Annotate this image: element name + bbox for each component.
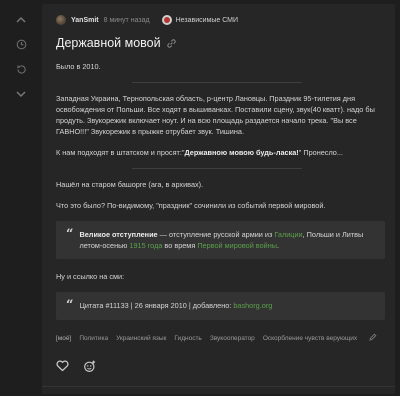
stats-bar: 0 13 (56, 387, 385, 394)
bold-phrase: Державною мовою будь-ласка! (184, 148, 299, 157)
history-icon[interactable] (11, 60, 31, 78)
quote-text: Цитата #11133 | 26 января 2010 | добавле… (79, 301, 273, 310)
post-body: Было в 2010. Западная Украина, Тернополь… (56, 61, 385, 320)
quote-icon: “ (66, 298, 74, 313)
paragraph: Нашёл на старом башорге (ага, в архивах)… (56, 180, 204, 189)
paragraph: Что это было? По-видимому, "праздник" со… (56, 201, 326, 210)
tag-mine[interactable]: [моё] (56, 335, 71, 342)
tag[interactable]: Украинский язык (116, 335, 166, 342)
clock-icon[interactable] (11, 35, 31, 53)
blockquote-wiki: “ Великое отступление — отступление русс… (56, 221, 385, 259)
tag-list: [моё] Политика Украинский язык Гидность … (56, 332, 385, 344)
paragraph: К нам подходят в штатском и просят:"Держ… (56, 148, 343, 157)
link-1915[interactable]: 1915 года (129, 241, 162, 250)
reaction-bar (56, 358, 385, 374)
quote-bold: Великое отступление (79, 230, 158, 239)
divider (132, 82, 302, 83)
left-rail (0, 0, 42, 396)
quote-text: Великое отступление — отступление русско… (79, 230, 364, 250)
author-name[interactable]: YanSmit (71, 17, 99, 24)
post-time: 8 минут назад (103, 16, 150, 24)
link-ww1[interactable]: Первой мировой войны (197, 241, 277, 250)
divider (132, 168, 302, 169)
paragraph: Западная Украина, Тернопольская область,… (56, 94, 375, 136)
blockquote-bash: “ Цитата #11133 | 26 января 2010 | добав… (56, 292, 385, 320)
tag[interactable]: Звукооператор (210, 335, 255, 342)
post-title[interactable]: Державной мовой (56, 36, 161, 50)
app-frame: YanSmit 8 минут назад Независимые СМИ Де… (0, 0, 400, 396)
upvote-chevron-up-icon[interactable] (11, 10, 31, 28)
post-meta: YanSmit 8 минут назад Независимые СМИ (56, 13, 385, 27)
link-galicia[interactable]: Галиции (274, 230, 302, 239)
downvote-chevron-down-icon[interactable] (11, 85, 31, 103)
quote-icon: “ (66, 227, 74, 242)
tag[interactable]: Гидность (174, 335, 201, 342)
add-reaction-icon[interactable] (83, 360, 96, 373)
link-bashorg[interactable]: bashorg.org (233, 301, 272, 310)
pencil-icon[interactable] (369, 333, 377, 343)
heart-icon[interactable] (56, 360, 69, 372)
community-avatar[interactable] (161, 15, 172, 25)
author-avatar[interactable] (56, 15, 66, 25)
paragraph: Было в 2010. (56, 62, 101, 71)
paragraph: Ну и ссылко на сми: (56, 272, 125, 281)
tag[interactable]: Оскорбление чувств верующих (263, 335, 357, 342)
post-card: YanSmit 8 минут назад Независимые СМИ Де… (42, 4, 395, 394)
link-icon[interactable] (166, 38, 176, 48)
community-name[interactable]: Независимые СМИ (176, 17, 238, 24)
title-row: Державной мовой (56, 34, 385, 52)
tag[interactable]: Политика (79, 335, 108, 342)
